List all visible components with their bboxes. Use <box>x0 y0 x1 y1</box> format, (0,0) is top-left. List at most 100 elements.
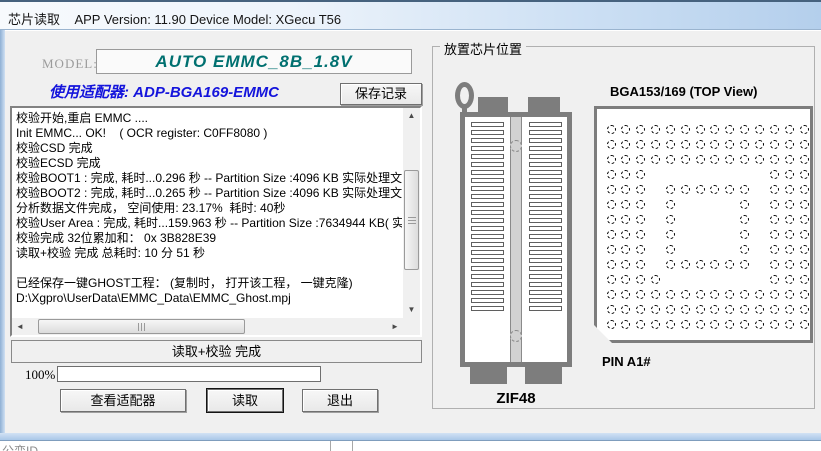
socket-slot <box>529 234 562 239</box>
scrollbar-corner <box>403 318 420 335</box>
bga-ball <box>666 215 675 224</box>
socket-slot <box>471 218 504 223</box>
socket-slot <box>529 138 562 143</box>
bga-ball <box>607 275 616 284</box>
log-horizontal-scrollbar[interactable]: ◄ ► <box>12 318 403 335</box>
bga-ball <box>740 260 749 269</box>
socket-slot <box>471 194 504 199</box>
progress-bar <box>57 366 321 382</box>
socket-slot <box>529 170 562 175</box>
socket-tab <box>528 97 560 113</box>
socket-slot <box>471 306 504 311</box>
bga-ball <box>785 155 794 164</box>
zif48-socket <box>460 112 572 367</box>
socket-slot <box>471 282 504 287</box>
bga-ball <box>621 245 630 254</box>
bga-ball <box>800 245 809 254</box>
log-line <box>16 261 402 276</box>
view-adapter-button[interactable]: 查看适配器 <box>60 389 186 412</box>
bga-ball <box>607 140 616 149</box>
socket-slot <box>529 186 562 191</box>
bga-ball <box>681 155 690 164</box>
bga-ball <box>800 320 809 329</box>
bga-ball <box>696 140 705 149</box>
socket-slot <box>471 122 504 127</box>
progress-fill <box>58 367 320 381</box>
bga-ball <box>666 200 675 209</box>
bga-ball <box>636 155 645 164</box>
bga-ball <box>696 185 705 194</box>
bga-ball <box>651 320 660 329</box>
bga-ball <box>800 140 809 149</box>
socket-tab <box>478 97 508 113</box>
socket-slot <box>529 226 562 231</box>
bga-ball <box>636 320 645 329</box>
bga-ball <box>621 320 630 329</box>
scroll-right-icon[interactable]: ► <box>387 318 403 335</box>
bga-ball <box>636 170 645 179</box>
log-area[interactable]: 校验开始,重启 EMMC ....Init EMMC... OK! ( OCR … <box>10 106 422 337</box>
log-line: 校验ECSD 完成 <box>16 156 402 171</box>
app-root: 公变ID 芯片读取 APP Version: 11.90 Device Mode… <box>0 0 821 451</box>
socket-slot <box>529 178 562 183</box>
bga-ball <box>621 140 630 149</box>
bga-ball <box>696 125 705 134</box>
log-vertical-scrollbar[interactable]: ▲ ▼ <box>403 108 420 318</box>
bga-ball <box>710 140 719 149</box>
bga-ball <box>755 140 764 149</box>
bga-ball <box>785 170 794 179</box>
socket-slot <box>471 250 504 255</box>
bga-ball <box>651 155 660 164</box>
titlebar[interactable]: 芯片读取 APP Version: 11.90 Device Model: XG… <box>0 0 821 30</box>
socket-slot <box>471 210 504 215</box>
socket-slot <box>471 290 504 295</box>
bga-ball <box>785 275 794 284</box>
socket-slot <box>529 306 562 311</box>
socket-slot <box>471 170 504 175</box>
scroll-left-icon[interactable]: ◄ <box>12 318 28 335</box>
bga-ball <box>800 170 809 179</box>
bga-ball <box>800 305 809 314</box>
bga-ball <box>770 275 779 284</box>
exit-button[interactable]: 退出 <box>302 389 378 412</box>
bga-ball <box>770 215 779 224</box>
bga-ball <box>725 290 734 299</box>
bga-ball <box>636 215 645 224</box>
bga-ball <box>800 200 809 209</box>
status-bar: 读取+校验 完成 <box>11 340 422 363</box>
bga-ball <box>607 260 616 269</box>
horizontal-scroll-thumb[interactable] <box>38 319 245 334</box>
bga-ball <box>710 305 719 314</box>
scroll-down-icon[interactable]: ▼ <box>403 302 420 318</box>
bga-ball <box>740 320 749 329</box>
socket-slot <box>471 154 504 159</box>
bga-ball <box>710 185 719 194</box>
bga-ball <box>770 320 779 329</box>
bga-ball <box>666 155 675 164</box>
bga-ball <box>666 290 675 299</box>
bga-ball <box>725 155 734 164</box>
socket-tab <box>470 366 507 384</box>
bga-ball <box>607 290 616 299</box>
bga-ball <box>740 290 749 299</box>
socket-center-channel <box>510 117 522 362</box>
bga-ball <box>607 200 616 209</box>
scroll-up-icon[interactable]: ▲ <box>403 108 420 124</box>
read-button[interactable]: 读取 <box>206 388 284 413</box>
socket-slot <box>471 258 504 263</box>
bga-ball <box>636 200 645 209</box>
bga-ball <box>755 290 764 299</box>
vertical-scroll-thumb[interactable] <box>404 170 419 270</box>
log-line: 校验开始,重启 EMMC .... <box>16 111 402 126</box>
save-record-button[interactable]: 保存记录 <box>340 83 422 105</box>
bga-ball <box>785 245 794 254</box>
bga-ball <box>607 215 616 224</box>
bga-ball <box>607 185 616 194</box>
bga-ball <box>666 185 675 194</box>
log-line: D:\Xgpro\UserData\EMMC_Data\EMMC_Ghost.m… <box>16 291 402 306</box>
bga-ball <box>681 140 690 149</box>
model-label: MODEL: <box>42 56 98 72</box>
bga-ball <box>621 275 630 284</box>
socket-slot <box>471 234 504 239</box>
socket-slot <box>471 146 504 151</box>
